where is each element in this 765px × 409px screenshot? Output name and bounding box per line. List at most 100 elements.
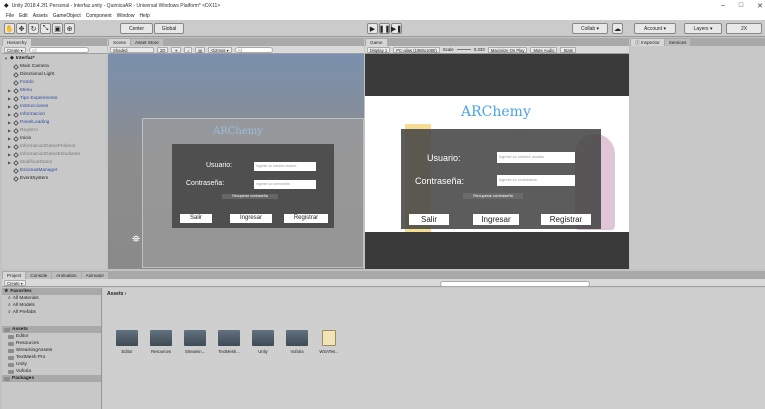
hierarchy-item[interactable]: ▶ PanelLoading (2, 119, 107, 127)
hierarchy-item[interactable]: Directional Light (2, 71, 107, 79)
tab-game[interactable]: Game (366, 39, 387, 46)
cloud-icon[interactable]: ☁ (612, 23, 623, 34)
game-user-input[interactable]: Ingrese su nombre usuario (497, 152, 575, 163)
gizmos-dropdown[interactable]: Gizmos ▾ (208, 46, 232, 53)
close-icon[interactable]: ✕ (757, 2, 763, 10)
asset-tree-item[interactable]: Resources (2, 340, 101, 347)
asset-folder[interactable]: Resources (149, 330, 173, 354)
scene-root[interactable]: ▼ ◈ Interfaz* (2, 55, 107, 63)
scene-login-button[interactable]: Ingresar (230, 214, 272, 223)
scene-register-button[interactable]: Registrar (284, 214, 328, 223)
menu-assets[interactable]: Assets (33, 13, 48, 19)
asset-tree-item[interactable]: StreamingAssets (2, 347, 101, 354)
resolution-dropdown[interactable]: PC-alias (1980x1080) (393, 46, 440, 53)
hierarchy-item[interactable]: ▶ Inicio (2, 135, 107, 143)
favorite-item[interactable]: ⌕ All Materials (2, 295, 101, 302)
asset-tree-item[interactable]: Vuforia (2, 368, 101, 375)
asset-folder[interactable]: Streamin... (183, 330, 207, 354)
tab-services[interactable]: Services (664, 39, 691, 46)
menu-gameobject[interactable]: GameObject (53, 13, 81, 19)
game-register-button[interactable]: Registrar (541, 214, 591, 225)
asset-folder[interactable]: Editor (115, 330, 139, 354)
effects-icon[interactable]: ▤ (195, 46, 206, 53)
fold-arrow-icon[interactable]: ▶ (8, 103, 12, 111)
packages-header[interactable]: Packages (2, 375, 101, 382)
game-exit-button[interactable]: Salir (409, 214, 449, 225)
game-recover-link[interactable]: Recuperar contraseña (463, 193, 523, 199)
tab-scene[interactable]: Scene (109, 39, 131, 46)
move-tool-icon[interactable]: ✥ (16, 23, 27, 34)
hierarchy-item[interactable]: ▶ InformacionDatosProfesor (2, 143, 107, 151)
tab-console[interactable]: Console (26, 272, 52, 279)
hierarchy-item[interactable]: EventSystem (2, 175, 107, 183)
pause-icon[interactable]: ❚❚ (379, 23, 390, 34)
project-create-button[interactable]: Create ▾ (4, 279, 26, 286)
menu-edit[interactable]: Edit (19, 13, 28, 19)
stats-toggle[interactable]: Stats (560, 46, 576, 53)
asset-folder[interactable]: Vuforia (285, 330, 309, 354)
menu-file[interactable]: File (6, 13, 14, 19)
asset-tree-item[interactable]: TextMesh Pro (2, 354, 101, 361)
hierarchy-item[interactable]: ▶ Informacion (2, 111, 107, 119)
fold-arrow-icon[interactable]: ▼ (4, 55, 8, 63)
hierarchy-item[interactable]: ▶ InformacionDatosEstudiante (2, 151, 107, 159)
hierarchy-item[interactable]: ▶ Instrucciones (2, 103, 107, 111)
pivot-global-button[interactable]: Global (154, 23, 184, 34)
collab-button[interactable]: Collab ▾ (572, 23, 608, 34)
favorites-header[interactable]: ★ Favorites (2, 288, 101, 295)
tab-inspector[interactable]: ⓘ Inspector (631, 39, 664, 46)
hierarchy-item[interactable]: Main Camera (2, 63, 107, 71)
asset-folder[interactable]: TextMesh... (217, 330, 241, 354)
scene-search-input[interactable]: All (234, 46, 273, 53)
assets-header[interactable]: Assets (2, 326, 101, 333)
hierarchy-create-button[interactable]: Create ▾ (4, 46, 26, 53)
fold-arrow-icon[interactable]: ▶ (8, 87, 12, 95)
scale-tool-icon[interactable]: ⤡ (40, 23, 51, 34)
fold-arrow-icon[interactable]: ▶ (8, 151, 12, 159)
maximize-on-play-toggle[interactable]: Maximize On Play (487, 46, 528, 53)
asset-tree-item[interactable]: Editor (2, 333, 101, 340)
hand-tool-icon[interactable]: ✋ (4, 23, 15, 34)
fold-arrow-icon[interactable]: ▶ (8, 95, 12, 103)
fold-arrow-icon[interactable]: ▶ (8, 143, 12, 151)
play-icon[interactable]: ▶ (367, 23, 378, 34)
2d-toggle[interactable]: 2D (157, 46, 169, 53)
layout-button[interactable]: 2X (726, 23, 762, 34)
tab-animator[interactable]: Animator (81, 272, 108, 279)
audio-icon[interactable]: ♪ (184, 46, 193, 53)
tab-project[interactable]: Project (3, 272, 26, 279)
scene-viewport[interactable]: ARChemy Usuario: Ingrese su nombre usuar… (108, 54, 364, 269)
scene-recover-link[interactable]: Recuperar contraseña (222, 194, 278, 199)
mute-audio-toggle[interactable]: Mute Audio (530, 46, 558, 53)
lighting-icon[interactable]: ☀ (171, 46, 182, 53)
step-icon[interactable]: ▶❚ (391, 23, 402, 34)
hierarchy-item[interactable]: ▶ Tipo Experimento (2, 95, 107, 103)
rect-tool-icon[interactable]: ▣ (52, 23, 63, 34)
tab-asset-store[interactable]: Asset Store (131, 39, 163, 46)
scene-exit-button[interactable]: Salir (180, 214, 212, 223)
maximize-icon[interactable]: □ (739, 2, 743, 9)
menu-window[interactable]: Window (117, 13, 135, 19)
asset-folder[interactable]: Unity (251, 330, 275, 354)
favorite-item[interactable]: ⌕ All Models (2, 302, 101, 309)
scale-slider[interactable] (456, 49, 471, 50)
game-password-input[interactable]: Ingrese su contraseña (497, 175, 575, 186)
hierarchy-item[interactable]: ▶ ModificarDatos (2, 159, 107, 167)
scene-user-input[interactable]: Ingrese su nombre usuario (254, 162, 316, 171)
hierarchy-search-input[interactable]: All (28, 46, 89, 53)
favorite-item[interactable]: ⌕ All Prefabs (2, 309, 101, 316)
fold-arrow-icon[interactable]: ▶ (8, 135, 12, 143)
tab-hierarchy[interactable]: Hierarchy (3, 39, 31, 46)
project-search-input[interactable] (440, 281, 590, 287)
shading-dropdown[interactable]: Shaded (110, 46, 154, 53)
asset-file[interactable]: WSATes... (317, 330, 341, 354)
hierarchy-item[interactable]: EscenasManager (2, 167, 107, 175)
pivot-center-button[interactable]: Center (120, 23, 153, 34)
display-dropdown[interactable]: Display 1 (367, 46, 391, 53)
fold-arrow-icon[interactable]: ▶ (8, 111, 12, 119)
menu-component[interactable]: Component (86, 13, 112, 19)
fold-arrow-icon[interactable]: ▶ (8, 127, 12, 135)
transform-tool-icon[interactable]: ⊕ (64, 23, 75, 34)
layers-button[interactable]: Layers ▾ (684, 23, 722, 34)
tab-animation[interactable]: Animation (52, 272, 81, 279)
